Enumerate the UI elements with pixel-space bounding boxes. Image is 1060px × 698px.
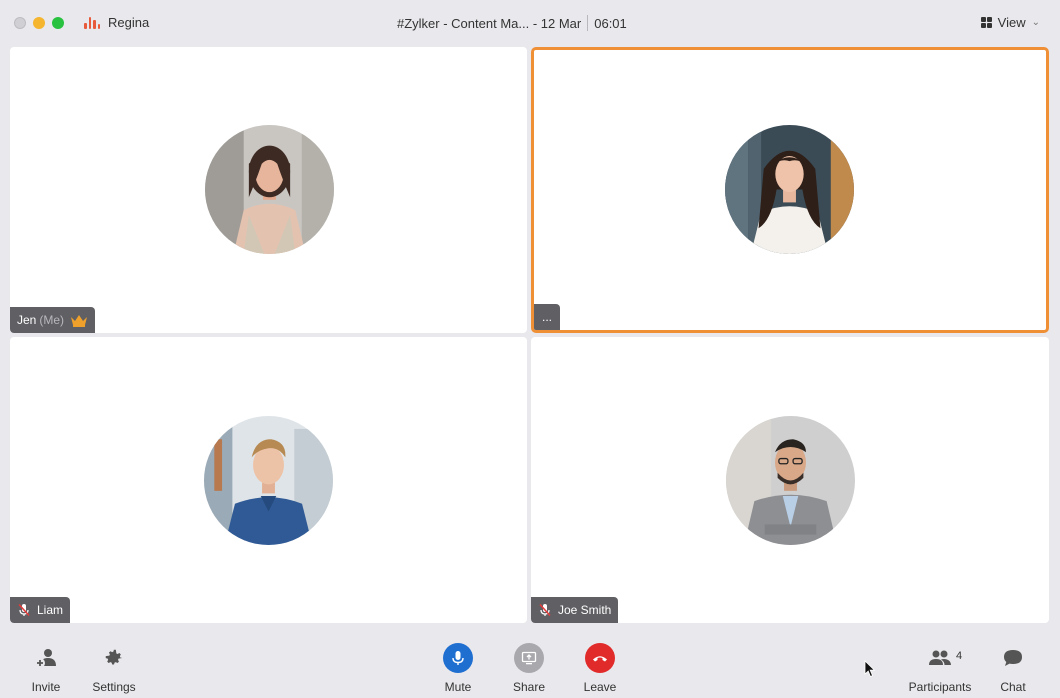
participant-name: Jen — [17, 313, 37, 327]
participants-label: Participants — [908, 680, 972, 694]
meeting-name: #Zylker - Content Ma... - 12 Mar — [397, 15, 582, 31]
mic-muted-icon — [18, 603, 30, 617]
invite-label: Invite — [31, 680, 61, 694]
view-label: View — [997, 15, 1026, 30]
title-bar: Regina #Zylker - Content Ma... - 12 Mar … — [0, 0, 1060, 44]
chat-button[interactable]: Chat — [997, 642, 1029, 694]
video-tile-jen[interactable]: Jen (Me) — [10, 47, 527, 333]
mute-button[interactable]: Mute — [440, 642, 476, 694]
avatar-liam — [204, 416, 333, 545]
share-button[interactable]: Share — [511, 642, 547, 694]
mute-label: Mute — [444, 680, 472, 694]
participant-name-tag: Joe Smith — [531, 597, 619, 623]
host-crown-icon — [71, 315, 88, 327]
chevron-down-icon: ⌄ — [1031, 17, 1040, 28]
window-controls — [14, 17, 64, 29]
video-tile-joe-smith[interactable]: Joe Smith — [531, 337, 1049, 623]
title-separator — [587, 15, 589, 31]
mic-muted-icon — [539, 603, 551, 617]
maximize-window-button[interactable] — [52, 17, 64, 29]
view-button[interactable]: View ⌄ — [980, 15, 1040, 30]
share-screen-icon — [521, 651, 537, 665]
app-brand: Regina — [84, 15, 149, 30]
settings-label: Settings — [92, 680, 136, 694]
participants-icon — [929, 650, 951, 665]
participant-name-tag: ... — [534, 304, 561, 330]
participants-button[interactable]: Participants — [905, 642, 975, 694]
avatar-jen — [205, 125, 334, 254]
share-label: Share — [512, 680, 546, 694]
hang-up-icon — [593, 656, 607, 662]
participants-count: 4 — [956, 650, 963, 662]
gear-icon — [105, 649, 123, 665]
participant-name: Liam — [37, 603, 64, 617]
video-tile-liam[interactable]: Liam — [10, 337, 527, 623]
participant-name: Joe Smith — [558, 603, 612, 617]
app-name: Regina — [108, 15, 150, 30]
participant-name: ... — [542, 310, 553, 324]
chat-label: Chat — [1000, 680, 1026, 694]
minimize-window-button[interactable] — [33, 17, 45, 29]
mouse-cursor-icon — [864, 660, 876, 678]
meeting-title: #Zylker - Content Ma... - 12 Mar 06:01 — [397, 15, 627, 31]
microphone-icon — [452, 651, 464, 665]
participant-name-tag: Jen (Me) — [10, 307, 96, 333]
video-tile-active-speaker[interactable]: ... — [531, 47, 1049, 333]
leave-label: Leave — [583, 680, 617, 694]
app-logo-icon — [84, 16, 100, 29]
leave-button[interactable]: Leave — [582, 642, 618, 694]
add-user-icon — [35, 649, 56, 668]
participant-name-tag: Liam — [10, 597, 71, 623]
close-window-button[interactable] — [14, 17, 26, 29]
avatar-participant-2 — [725, 125, 854, 254]
participant-me-label: (Me) — [39, 313, 65, 327]
meeting-toolbar: Invite Settings Mute Share Leave Partici… — [0, 632, 1060, 698]
chat-bubble-icon — [1004, 650, 1022, 666]
invite-button[interactable]: Invite — [28, 642, 64, 694]
meeting-timer: 06:01 — [594, 15, 627, 31]
grid-view-icon — [980, 17, 992, 28]
settings-button[interactable]: Settings — [88, 642, 140, 694]
avatar-joe-smith — [726, 416, 855, 545]
